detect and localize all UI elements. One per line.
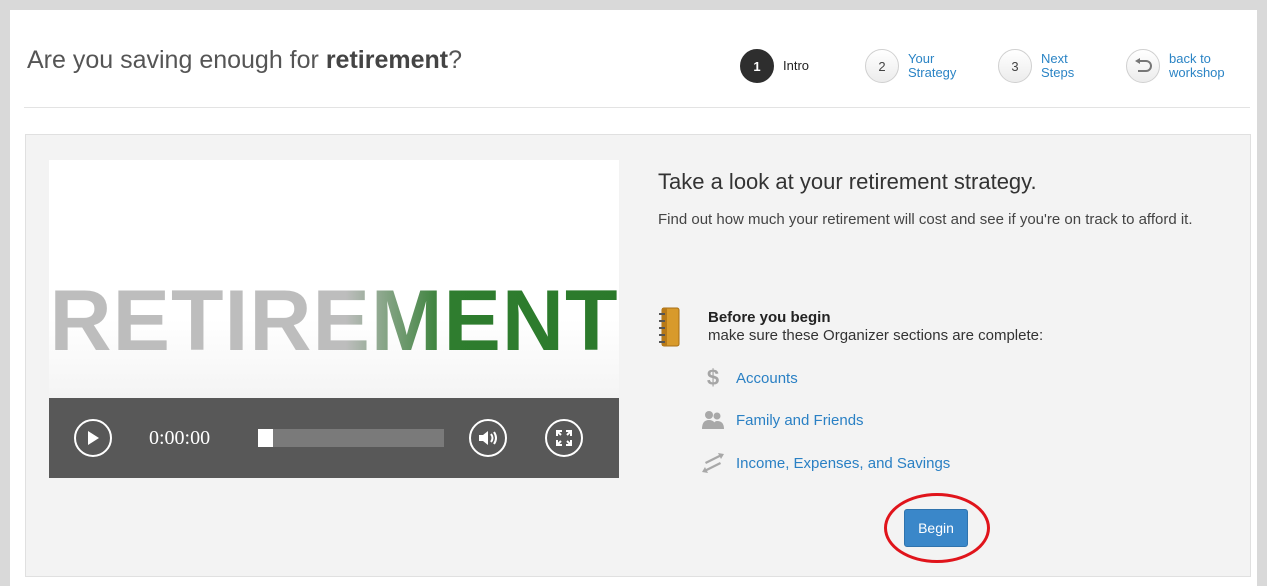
step-your-strategy[interactable]: 2 Your Strategy	[865, 49, 968, 83]
video-title-text: RETIREMENT	[49, 273, 619, 369]
step-next-steps[interactable]: 3 Next Steps	[998, 49, 1081, 83]
organizer-link-label: Accounts	[736, 369, 798, 387]
intro-panel: RETIREMENT 0:00:00 Take a look at your r…	[25, 134, 1251, 577]
video-time: 0:00:00	[149, 427, 211, 449]
page-title: Are you saving enough for retirement?	[27, 46, 462, 75]
step-3-number: 3	[998, 49, 1032, 83]
window-frame-right	[1257, 0, 1267, 586]
video-progress-fill	[258, 429, 273, 447]
window-frame-left	[0, 0, 10, 586]
volume-icon[interactable]	[469, 419, 507, 457]
step-1-number: 1	[740, 49, 774, 83]
back-to-workshop-link[interactable]: back to workshop	[1126, 49, 1239, 83]
before-you-begin-subtitle: make sure these Organizer sections are c…	[708, 327, 1044, 344]
organizer-link-income-expenses-savings[interactable]: Income, Expenses, and Savings	[700, 452, 950, 474]
notebook-icon	[658, 307, 680, 347]
video-player[interactable]: RETIREMENT 0:00:00	[49, 160, 619, 478]
step-intro[interactable]: 1 Intro	[740, 49, 809, 83]
video-controls: 0:00:00	[49, 398, 619, 478]
transfer-icon	[700, 452, 726, 474]
organizer-link-label: Family and Friends	[736, 411, 864, 429]
dollar-icon: $	[706, 365, 720, 390]
fullscreen-icon[interactable]	[545, 419, 583, 457]
intro-heading: Take a look at your retirement strategy.	[658, 169, 1037, 194]
play-icon[interactable]	[74, 419, 112, 457]
begin-button[interactable]: Begin	[904, 509, 968, 547]
organizer-link-family-and-friends[interactable]: Family and Friends	[700, 409, 864, 431]
people-icon	[700, 409, 726, 431]
video-progress-bar[interactable]	[258, 429, 444, 447]
page-title-emphasis: retirement	[325, 46, 449, 74]
step-3-label: Next Steps	[1041, 51, 1075, 80]
video-title-graphic: RETIREMENT	[49, 278, 619, 364]
step-2-label: Your Strategy	[908, 51, 957, 80]
page-header: Are you saving enough for retirement? 1 …	[10, 10, 1257, 108]
step-2-number: 2	[865, 49, 899, 83]
intro-description: Find out how much your retirement will c…	[658, 211, 1193, 228]
before-you-begin-title: Before you begin	[708, 309, 831, 326]
organizer-link-accounts[interactable]: $ Accounts	[700, 365, 798, 390]
page-title-text: Are you saving enough for	[27, 46, 326, 74]
organizer-link-label: Income, Expenses, and Savings	[736, 454, 951, 472]
page-title-suffix: ?	[448, 46, 462, 74]
back-to-workshop-label: back to workshop	[1169, 51, 1225, 80]
intro-details: Take a look at your retirement strategy.…	[658, 135, 1238, 578]
window-frame-top	[0, 0, 1267, 10]
back-arrow-icon	[1126, 49, 1160, 83]
step-1-label: Intro	[783, 58, 810, 73]
header-divider	[24, 107, 1250, 108]
